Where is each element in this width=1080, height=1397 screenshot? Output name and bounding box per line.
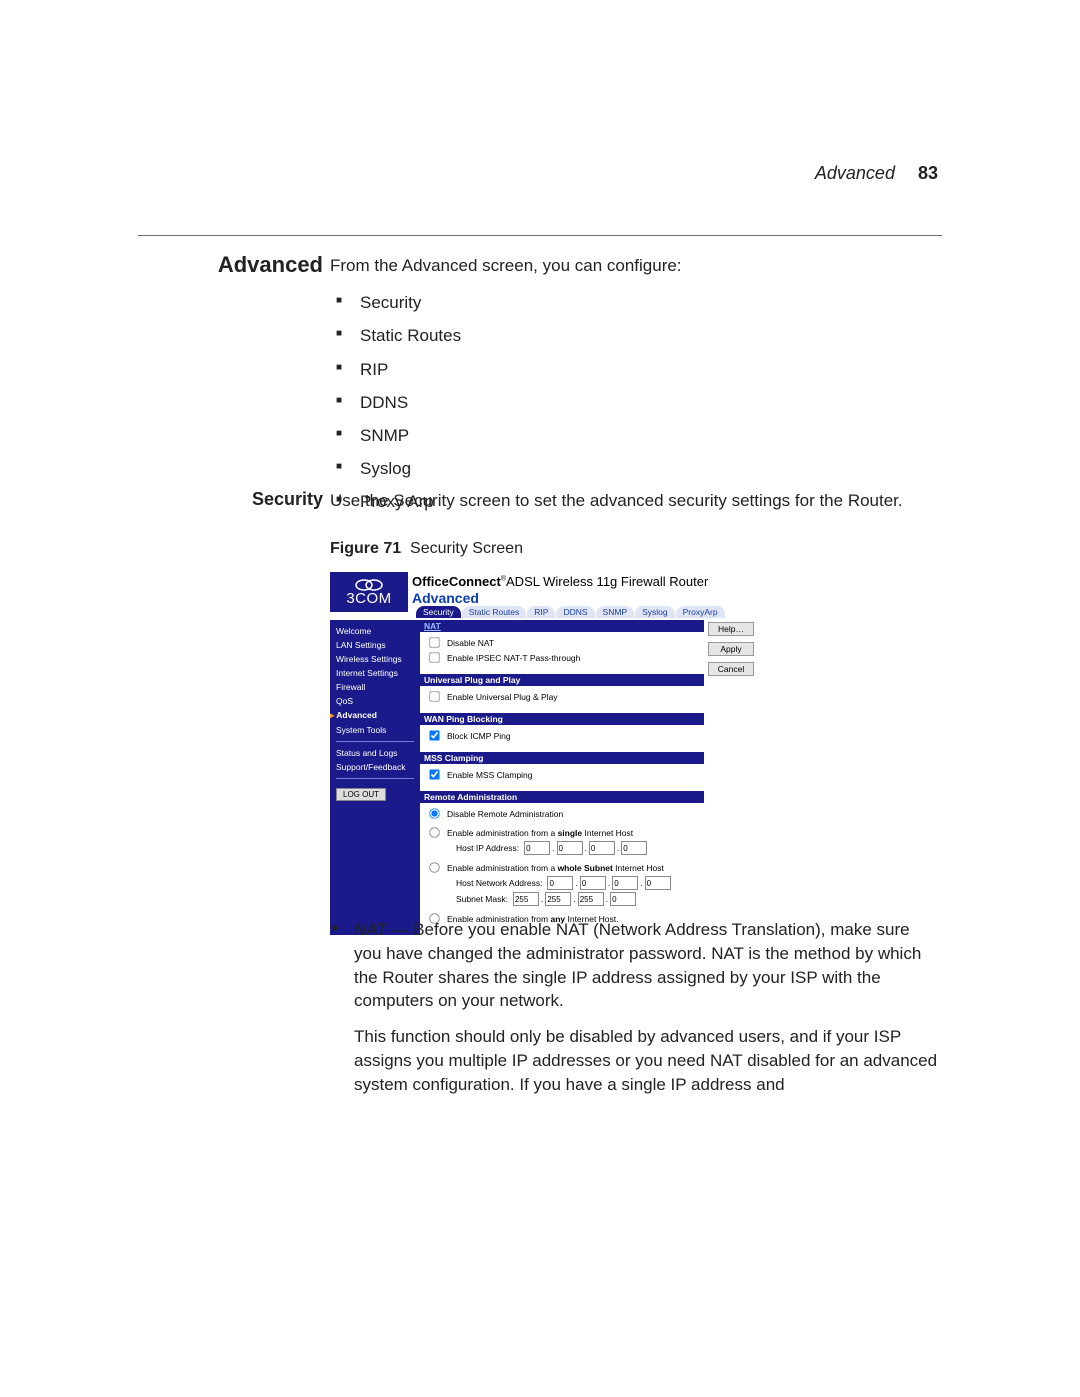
product-title: OfficeConnect®ADSL Wireless 11g Firewall…: [412, 574, 834, 589]
upnp-checkbox[interactable]: [429, 691, 439, 701]
heading-security: Security: [138, 489, 323, 510]
page-number: 83: [918, 163, 938, 183]
mss-checkbox[interactable]: [429, 769, 439, 779]
list-item: Syslog: [330, 455, 938, 482]
ipsec-natt-checkbox[interactable]: [429, 652, 439, 662]
tab-ddns[interactable]: DDNS: [556, 606, 594, 618]
sidebar-item-internet[interactable]: Internet Settings: [336, 666, 414, 680]
list-item: Security: [330, 289, 938, 316]
ra-subnet-radio[interactable]: [429, 862, 439, 872]
help-button[interactable]: Help…: [708, 622, 754, 636]
host-ip-4[interactable]: [621, 841, 647, 855]
sidebar: Welcome LAN Settings Wireless Settings I…: [330, 620, 420, 935]
tab-snmp[interactable]: SNMP: [596, 606, 635, 618]
host-ip-1[interactable]: [524, 841, 550, 855]
hna-3[interactable]: [612, 876, 638, 890]
list-item: Static Routes: [330, 322, 938, 349]
tab-static-routes[interactable]: Static Routes: [462, 606, 527, 618]
sidebar-item-lan[interactable]: LAN Settings: [336, 638, 414, 652]
tab-syslog[interactable]: Syslog: [635, 606, 675, 618]
group-nat: NAT Disable NAT Enable IPSEC NAT-T Pass-…: [420, 620, 704, 670]
nat-para1: — Before you enable NAT (Network Address…: [354, 920, 921, 1010]
list-item: DDNS: [330, 389, 938, 416]
nat-head[interactable]: NAT: [424, 621, 441, 631]
intro-text: From the Advanced screen, you can config…: [330, 252, 938, 279]
group-upnp: Universal Plug and Play Enable Universal…: [420, 674, 704, 709]
ra-single-radio[interactable]: [429, 827, 439, 837]
feature-list: Security Static Routes RIP DDNS SNMP Sys…: [330, 289, 938, 515]
heading-advanced: Advanced: [138, 252, 323, 278]
sidebar-item-firewall[interactable]: Firewall: [336, 680, 414, 694]
figure-title: Security Screen: [410, 540, 523, 557]
logout-button[interactable]: LOG OUT: [336, 788, 386, 801]
nat-para2: This function should only be disabled by…: [354, 1025, 938, 1096]
figure-caption: Figure 71 Security Screen: [330, 540, 938, 558]
sidebar-item-status[interactable]: Status and Logs: [336, 746, 414, 760]
list-item: SNMP: [330, 422, 938, 449]
security-screenshot: 3COM OfficeConnect®ADSL Wireless 11g Fir…: [330, 572, 838, 935]
action-buttons: Help… Apply Cancel: [704, 620, 764, 684]
tab-proxyarp[interactable]: ProxyArp: [676, 606, 725, 618]
host-ip-2[interactable]: [557, 841, 583, 855]
sm-2[interactable]: [545, 892, 571, 906]
running-head: Advanced 83: [815, 163, 938, 184]
group-remote-admin: Remote Administration Disable Remote Adm…: [420, 791, 704, 931]
ra-disable-radio[interactable]: [429, 808, 439, 818]
ra-head: Remote Administration: [420, 791, 704, 803]
advanced-body: From the Advanced screen, you can config…: [330, 252, 938, 522]
sm-4[interactable]: [610, 892, 636, 906]
figure-label: Figure 71: [330, 540, 401, 557]
security-text: Use the Security screen to set the advan…: [330, 489, 938, 514]
sidebar-item-qos[interactable]: QoS: [336, 694, 414, 708]
tab-rip[interactable]: RIP: [527, 606, 555, 618]
hna-4[interactable]: [645, 876, 671, 890]
disable-nat-checkbox[interactable]: [429, 637, 439, 647]
cancel-button[interactable]: Cancel: [708, 662, 754, 676]
wan-head: WAN Ping Blocking: [420, 713, 704, 725]
upnp-head: Universal Plug and Play: [420, 674, 704, 686]
sm-3[interactable]: [578, 892, 604, 906]
host-ip-3[interactable]: [589, 841, 615, 855]
sidebar-item-welcome[interactable]: Welcome: [336, 624, 414, 638]
list-item: RIP: [330, 356, 938, 383]
tab-bar: SecurityStatic RoutesRIPDDNSSNMPSyslogPr…: [412, 606, 834, 618]
brand-text: 3COM: [346, 590, 391, 607]
rule: [138, 235, 942, 236]
apply-button[interactable]: Apply: [708, 642, 754, 656]
brand-logo: 3COM: [330, 572, 408, 612]
figure-block: Figure 71 Security Screen 3COM OfficeCon…: [330, 540, 938, 935]
screen-title: Advanced: [412, 590, 834, 606]
hna-1[interactable]: [547, 876, 573, 890]
sidebar-item-wireless[interactable]: Wireless Settings: [336, 652, 414, 666]
group-wan-ping: WAN Ping Blocking Block ICMP Ping: [420, 713, 704, 748]
after-figure-text: NAT — Before you enable NAT (Network Add…: [330, 918, 938, 1109]
sidebar-item-system-tools[interactable]: System Tools: [336, 723, 414, 737]
group-mss: MSS Clamping Enable MSS Clamping: [420, 752, 704, 787]
section-name: Advanced: [815, 163, 895, 183]
mss-head: MSS Clamping: [420, 752, 704, 764]
sidebar-item-advanced[interactable]: Advanced: [336, 708, 414, 723]
nat-lead: NAT: [354, 920, 387, 939]
hna-2[interactable]: [580, 876, 606, 890]
sidebar-item-support[interactable]: Support/Feedback: [336, 760, 414, 774]
sm-1[interactable]: [513, 892, 539, 906]
tab-security[interactable]: Security: [416, 606, 461, 618]
block-icmp-checkbox[interactable]: [429, 730, 439, 740]
